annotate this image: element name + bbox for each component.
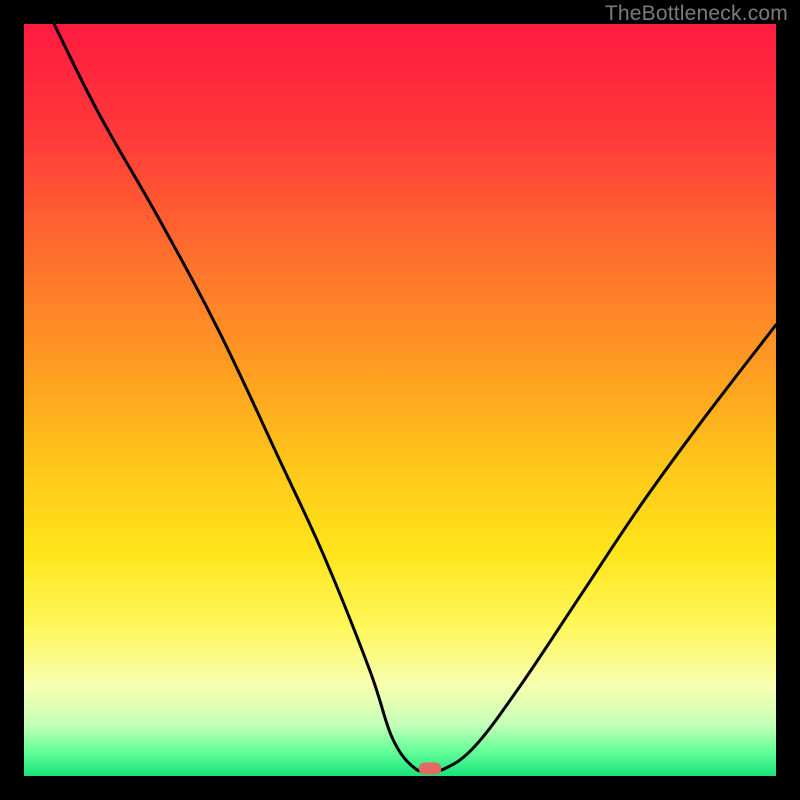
gradient-background — [24, 24, 776, 776]
optimal-marker — [419, 762, 442, 774]
bottleneck-chart — [24, 24, 776, 776]
chart-frame: TheBottleneck.com — [0, 0, 800, 800]
watermark-text: TheBottleneck.com — [605, 2, 788, 26]
